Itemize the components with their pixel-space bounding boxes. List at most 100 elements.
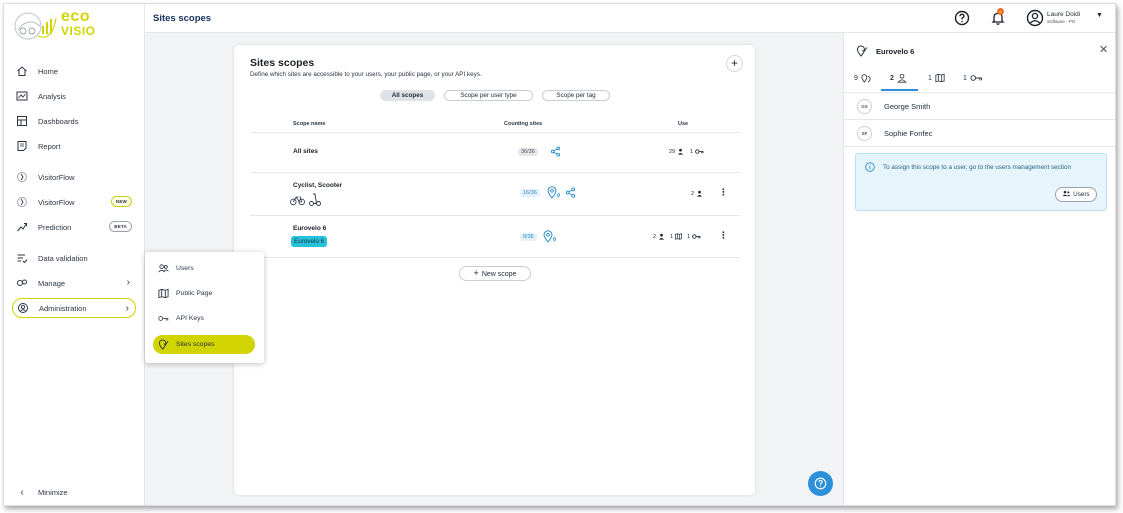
help-icon[interactable] [954, 10, 970, 26]
key-icon [695, 149, 704, 154]
more-options-icon[interactable]: ⋮ [719, 230, 728, 241]
submenu-item-public-page[interactable]: Public Page [153, 284, 255, 303]
ecovisio-logo[interactable]: eco VISIO [12, 8, 122, 42]
sites-icon [861, 74, 871, 83]
sidebar-item-manage[interactable]: Manage › [12, 273, 136, 293]
filter-scope-per-user-type[interactable]: Scope per user type [444, 90, 533, 101]
tab-count: 1 [928, 74, 932, 82]
sidebar-item-data-validation[interactable]: Data validation [12, 248, 136, 268]
beta-badge: BETA [109, 221, 132, 232]
submenu-item-label: Public Page [176, 290, 213, 297]
user-name: Sophie Fonfec [884, 129, 933, 138]
counting-sites-badge: 36/36 [518, 148, 538, 156]
minimize-button[interactable]: ‹ Minimize [12, 482, 136, 502]
sidebar-item-label: Prediction [38, 222, 72, 232]
user-role: Software - PO [1047, 19, 1076, 24]
location-sites-icon [547, 186, 560, 199]
add-scope-button[interactable]: + [726, 55, 743, 72]
user-avatar-icon[interactable] [1026, 9, 1044, 27]
table-row[interactable]: All sites 36/36 29 1 [250, 133, 740, 173]
sidebar-item-dashboards[interactable]: Dashboards [12, 111, 136, 131]
share-icon[interactable] [550, 146, 561, 157]
minimize-label: Minimize [38, 487, 68, 497]
users-management-button[interactable]: Users [1055, 187, 1097, 202]
scopes-table: All sites 36/36 29 1 Cyclist, Scooter 16… [250, 132, 740, 258]
user-icon [678, 148, 684, 155]
api-key-icon [157, 313, 169, 325]
info-icon [865, 162, 875, 172]
list-item[interactable]: SF Sophie Fonfec [844, 120, 1115, 147]
sidebar-item-home[interactable]: Home [12, 61, 136, 81]
chevron-right-icon: › [126, 277, 130, 288]
panel-title: Eurovelo 6 [876, 47, 915, 56]
use-users-count: 2 [653, 233, 657, 240]
column-header-scope-name: Scope name [293, 121, 326, 127]
chevron-left-icon: ‹ [20, 486, 24, 498]
sidebar-item-visitorflow[interactable]: VisitorFlow [12, 167, 136, 187]
submenu-item-sites-scopes[interactable]: Sites scopes [153, 335, 255, 354]
map-icon [935, 73, 945, 83]
prediction-icon [16, 221, 28, 233]
use-summary: 29 1 [669, 148, 704, 155]
page-title: Sites scopes [153, 13, 212, 24]
user-name[interactable]: Laure Doidi [1047, 11, 1080, 18]
home-icon [16, 65, 28, 77]
filter-scope-per-tag[interactable]: Scope per tag [542, 90, 610, 101]
info-banner: To assign this scope to a user, go to th… [855, 153, 1107, 211]
sidebar: eco VISIO Home Analysis Dashboards Repor… [4, 4, 145, 505]
tab-users[interactable]: 2 [890, 73, 907, 83]
use-pages-count: 1 [670, 233, 674, 240]
data-validation-icon [16, 252, 28, 264]
card-subtitle: Define which sites are accessible to you… [250, 71, 482, 78]
use-users-count: 29 [669, 148, 676, 155]
sidebar-item-visitorflow-new[interactable]: VisitorFlow NEW [12, 192, 136, 212]
tab-count: 2 [890, 74, 894, 82]
key-icon [692, 234, 701, 239]
sidebar-item-label: VisitorFlow [38, 172, 75, 182]
info-text: To assign this scope to a user, go to th… [883, 164, 1071, 171]
tab-count: 9 [854, 74, 858, 82]
tab-api-keys[interactable]: 1 [963, 73, 983, 83]
new-scope-button[interactable]: + New scope [459, 266, 531, 281]
sidebar-item-label: Analysis [38, 91, 66, 101]
bicycle-icon [290, 196, 305, 206]
use-keys-count: 1 [687, 233, 691, 240]
administration-submenu: Users Public Page API Keys Sites scopes [145, 252, 264, 363]
visitorflow-icon [16, 196, 28, 208]
table-row[interactable]: Cyclist, Scooter 16/36 2 ⋮ [250, 173, 740, 216]
table-row[interactable]: Eurovelo 6 Eurovelo 6 9/36 2 1 1 ⋮ [250, 216, 740, 259]
administration-icon [17, 302, 29, 314]
column-header-use: Use [678, 121, 689, 127]
avatar: GS [857, 99, 872, 114]
sidebar-item-report[interactable]: Report [12, 136, 136, 156]
use-users-count: 2 [691, 190, 695, 197]
submenu-item-users[interactable]: Users [153, 259, 255, 278]
list-item[interactable]: GS George Smith [844, 93, 1115, 120]
help-chat-button[interactable] [808, 471, 833, 496]
more-options-icon[interactable]: ⋮ [719, 187, 728, 198]
close-icon[interactable]: ✕ [1099, 43, 1108, 56]
card-title: Sites scopes [250, 57, 315, 69]
submenu-item-label: API Keys [176, 315, 204, 322]
share-icon[interactable] [565, 187, 576, 198]
caret-down-icon[interactable]: ▼ [1096, 12, 1103, 19]
notification-count-badge: 6 [997, 8, 1004, 15]
sidebar-item-label: Report [38, 141, 61, 151]
scooter-icon [309, 193, 321, 206]
sidebar-item-label: Manage [38, 278, 66, 288]
users-icon [157, 263, 169, 275]
submenu-item-api-keys[interactable]: API Keys [153, 309, 255, 328]
visitorflow-icon [16, 171, 28, 183]
chevron-right-icon: › [125, 303, 129, 314]
tab-sites[interactable]: 9 [854, 73, 871, 83]
counting-sites-badge: 9/36 [520, 233, 537, 241]
scope-name: Cyclist, Scooter [293, 182, 343, 189]
sidebar-item-analysis[interactable]: Analysis [12, 86, 136, 106]
tab-public-pages[interactable]: 1 [928, 73, 945, 83]
filter-all-scopes[interactable]: All scopes [380, 90, 435, 101]
scope-detail-panel: Eurovelo 6 ✕ 9 2 1 1 GS George Smith SF … [843, 33, 1115, 505]
sidebar-item-prediction[interactable]: Prediction BETA [12, 217, 136, 237]
scope-name: Eurovelo 6 [293, 225, 327, 232]
sidebar-item-administration[interactable]: Administration › [12, 298, 136, 318]
active-tab-indicator [881, 89, 918, 91]
